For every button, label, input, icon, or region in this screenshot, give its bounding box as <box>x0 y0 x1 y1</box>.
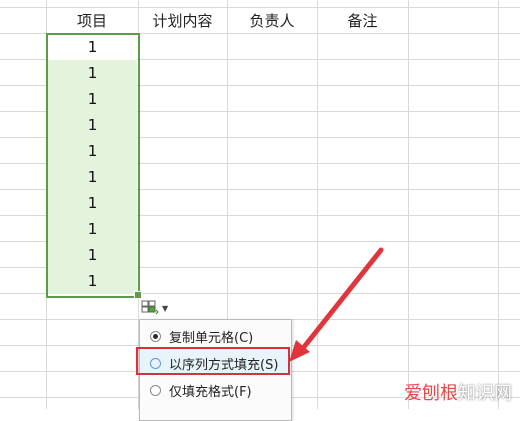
annotation-arrow-icon <box>289 247 384 362</box>
watermark: 爱刨根知识网 <box>404 379 512 405</box>
watermark-suffix: 知识网 <box>458 383 512 404</box>
watermark-brand: 爱刨根 <box>404 383 458 404</box>
